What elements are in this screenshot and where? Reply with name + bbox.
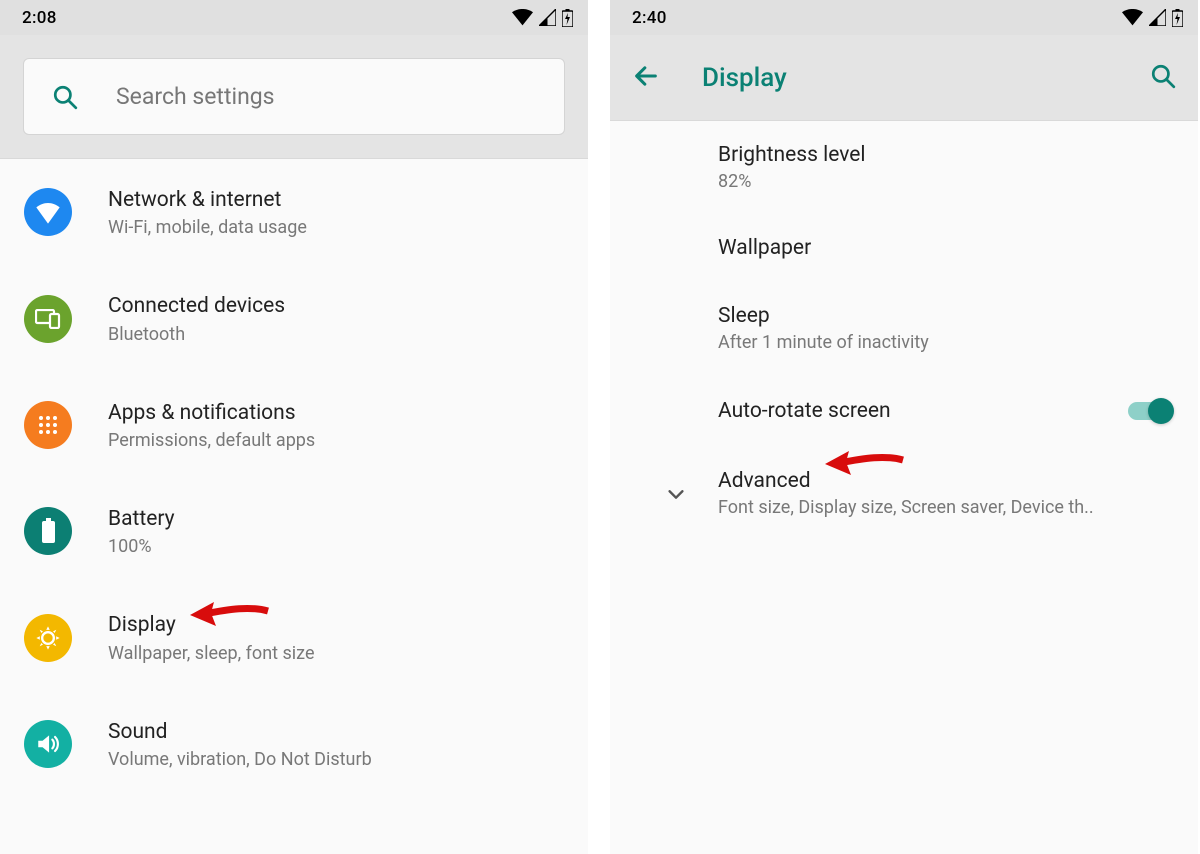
display-item-sleep[interactable]: Sleep After 1 minute of inactivity [610, 282, 1198, 375]
display-title: Wallpaper [718, 236, 1174, 260]
setting-item-display[interactable]: Display Wallpaper, sleep, font size [0, 584, 588, 690]
display-item-autorotate[interactable]: Auto-rotate screen [610, 375, 1198, 447]
toolbar: Display [610, 35, 1198, 121]
back-button[interactable] [632, 62, 660, 94]
status-time: 2:40 [632, 8, 667, 28]
wifi-icon [512, 9, 533, 26]
display-title: Brightness level [718, 143, 1174, 167]
setting-title: Sound [108, 718, 372, 746]
search-button[interactable] [1150, 63, 1176, 93]
setting-item-battery[interactable]: Battery 100% [0, 478, 588, 584]
search-icon [44, 84, 86, 110]
autorotate-toggle[interactable] [1128, 397, 1174, 425]
apps-icon [24, 401, 72, 449]
setting-title: Apps & notifications [108, 399, 315, 427]
cell-signal-icon [539, 9, 556, 26]
display-title: Auto-rotate screen [718, 399, 1128, 423]
chevron-down-icon [665, 483, 687, 505]
devices-icon [24, 295, 72, 343]
battery-icon [562, 9, 573, 27]
setting-sub: Permissions, default apps [108, 430, 315, 451]
phone-right: 2:40 Display Brightness level 82% Wa [610, 0, 1198, 854]
display-sub: 82% [718, 171, 1174, 192]
display-sub: Font size, Display size, Screen saver, D… [718, 497, 1174, 518]
sound-icon [24, 720, 72, 768]
setting-title: Battery [108, 505, 175, 533]
display-item-brightness[interactable]: Brightness level 82% [610, 121, 1198, 214]
status-time: 2:08 [22, 8, 57, 28]
display-item-advanced[interactable]: Advanced Font size, Display size, Screen… [610, 447, 1198, 540]
phone-left: 2:08 Search settings Network & internet … [0, 0, 588, 854]
status-icons [1122, 9, 1183, 27]
display-title: Advanced [718, 469, 1174, 493]
wifi-icon [24, 188, 72, 236]
setting-item-sound[interactable]: Sound Volume, vibration, Do Not Disturb [0, 691, 588, 797]
arrow-back-icon [632, 62, 660, 90]
display-sub: After 1 minute of inactivity [718, 332, 1174, 353]
setting-title: Display [108, 611, 315, 639]
battery-icon [24, 507, 72, 555]
status-icons [512, 9, 573, 27]
search-box[interactable]: Search settings [23, 58, 565, 135]
status-bar: 2:08 [0, 0, 588, 35]
search-container: Search settings [0, 35, 588, 159]
search-icon [1150, 63, 1176, 89]
settings-list: Network & internet Wi-Fi, mobile, data u… [0, 159, 588, 797]
display-title: Sleep [718, 304, 1174, 328]
setting-item-network[interactable]: Network & internet Wi-Fi, mobile, data u… [0, 159, 588, 265]
setting-item-connected-devices[interactable]: Connected devices Bluetooth [0, 265, 588, 371]
page-title: Display [702, 63, 787, 93]
setting-title: Connected devices [108, 292, 285, 320]
setting-sub: Wallpaper, sleep, font size [108, 643, 315, 664]
setting-sub: Bluetooth [108, 324, 285, 345]
setting-sub: 100% [108, 536, 175, 557]
cell-signal-icon [1149, 9, 1166, 26]
status-bar: 2:40 [610, 0, 1198, 35]
setting-title: Network & internet [108, 186, 307, 214]
setting-item-apps[interactable]: Apps & notifications Permissions, defaul… [0, 372, 588, 478]
display-settings-list: Brightness level 82% Wallpaper Sleep Aft… [610, 121, 1198, 540]
display-item-wallpaper[interactable]: Wallpaper [610, 214, 1198, 282]
setting-sub: Volume, vibration, Do Not Disturb [108, 749, 372, 770]
search-placeholder: Search settings [116, 83, 275, 110]
wifi-icon [1122, 9, 1143, 26]
battery-icon [1172, 9, 1183, 27]
setting-sub: Wi-Fi, mobile, data usage [108, 217, 307, 238]
brightness-icon [24, 614, 72, 662]
